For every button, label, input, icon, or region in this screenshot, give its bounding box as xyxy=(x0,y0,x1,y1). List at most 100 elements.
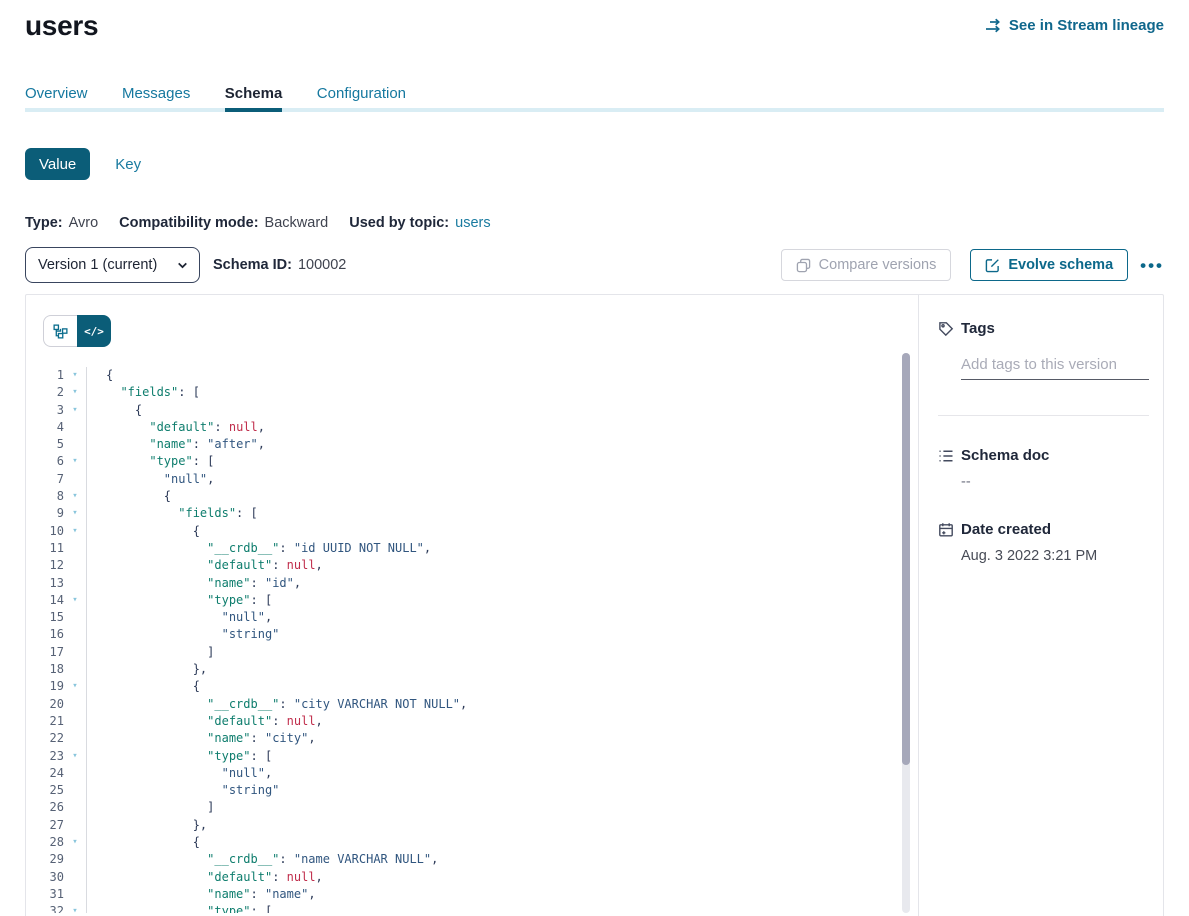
fold-arrow-icon[interactable]: ▾ xyxy=(64,367,86,384)
code-line: 9▾ "fields": [ xyxy=(26,505,918,522)
evolve-schema-button[interactable]: Evolve schema xyxy=(970,249,1128,281)
code-line-text: { xyxy=(86,488,918,505)
line-number: 3 xyxy=(26,402,64,419)
code-line: 22 "name": "city", xyxy=(26,730,918,747)
line-number: 19 xyxy=(26,678,64,695)
line-number: 28 xyxy=(26,834,64,851)
topic-link[interactable]: users xyxy=(455,215,490,231)
code-line-text: }, xyxy=(86,817,918,834)
code-line-text: "__crdb__": "id UUID NOT NULL", xyxy=(86,540,918,557)
code-line: 24 "null", xyxy=(26,765,918,782)
date-created-header: Date created xyxy=(938,521,1151,538)
fold-arrow-icon[interactable]: ▾ xyxy=(64,505,86,522)
tags-section-header: Tags xyxy=(938,320,1151,337)
line-number: 7 xyxy=(26,471,64,488)
code-line-text: "string" xyxy=(86,782,918,799)
code-line: 4 "default": null, xyxy=(26,419,918,436)
tab-schema[interactable]: Schema xyxy=(225,85,283,112)
code-view-button[interactable]: </> xyxy=(77,315,111,347)
line-number: 26 xyxy=(26,799,64,816)
line-number: 17 xyxy=(26,644,64,661)
more-actions-button[interactable]: ••• xyxy=(1140,257,1164,274)
fold-arrow-icon[interactable]: ▾ xyxy=(64,488,86,505)
fold-spacer xyxy=(64,713,86,730)
fold-arrow-icon[interactable]: ▾ xyxy=(64,678,86,695)
code-line: 13 "name": "id", xyxy=(26,575,918,592)
line-number: 6 xyxy=(26,453,64,470)
editor-scrollbar-thumb[interactable] xyxy=(902,353,910,765)
fold-spacer xyxy=(64,851,86,868)
fold-arrow-icon[interactable]: ▾ xyxy=(64,903,86,913)
code-line-text: "type": [ xyxy=(86,748,918,765)
schema-doc-header: Schema doc xyxy=(938,447,1151,464)
code-line: 3▾ { xyxy=(26,402,918,419)
tree-view-icon xyxy=(53,324,68,339)
schema-doc-value: -- xyxy=(961,474,1151,490)
line-number: 11 xyxy=(26,540,64,557)
code-line-text: { xyxy=(86,523,918,540)
code-line: 7 "null", xyxy=(26,471,918,488)
line-number: 21 xyxy=(26,713,64,730)
line-number: 20 xyxy=(26,696,64,713)
fold-arrow-icon[interactable]: ▾ xyxy=(64,384,86,401)
code-line-text: ] xyxy=(86,644,918,661)
fold-spacer xyxy=(64,817,86,834)
fold-spacer xyxy=(64,799,86,816)
list-icon xyxy=(938,448,954,464)
fold-spacer xyxy=(64,575,86,592)
code-line-text: }, xyxy=(86,661,918,678)
code-line-text: "__crdb__": "name VARCHAR NULL", xyxy=(86,851,918,868)
code-line-text: "default": null, xyxy=(86,713,918,730)
fold-arrow-icon[interactable]: ▾ xyxy=(64,523,86,540)
code-line: 17 ] xyxy=(26,644,918,661)
key-toggle-link[interactable]: Key xyxy=(115,156,141,173)
code-lines: 1▾{2▾ "fields": [3▾ {4 "default": null,5… xyxy=(26,367,918,913)
stream-lineage-icon xyxy=(985,18,1002,33)
fold-arrow-icon[interactable]: ▾ xyxy=(64,453,86,470)
version-bar: Version 1 (current) Schema ID: 100002 Co… xyxy=(25,247,1164,283)
fold-spacer xyxy=(64,557,86,574)
compare-versions-button[interactable]: Compare versions xyxy=(781,249,952,281)
editor-scrollbar-track[interactable] xyxy=(902,353,910,913)
calendar-plus-icon xyxy=(938,522,954,538)
view-mode-toggle: </> xyxy=(43,315,918,347)
fold-arrow-icon[interactable]: ▾ xyxy=(64,834,86,851)
fold-spacer xyxy=(64,540,86,557)
line-number: 25 xyxy=(26,782,64,799)
value-toggle-button[interactable]: Value xyxy=(25,148,90,180)
fold-arrow-icon[interactable]: ▾ xyxy=(64,402,86,419)
fold-spacer xyxy=(64,696,86,713)
fold-spacer xyxy=(64,886,86,903)
fold-arrow-icon[interactable]: ▾ xyxy=(64,748,86,765)
code-line: 18 }, xyxy=(26,661,918,678)
fold-arrow-icon[interactable]: ▾ xyxy=(64,592,86,609)
code-line: 14▾ "type": [ xyxy=(26,592,918,609)
code-line-text: ] xyxy=(86,799,918,816)
stream-lineage-link[interactable]: See in Stream lineage xyxy=(985,17,1164,34)
line-number: 31 xyxy=(26,886,64,903)
fold-spacer xyxy=(64,436,86,453)
version-select[interactable]: Version 1 (current) xyxy=(25,247,200,283)
evolve-schema-label: Evolve schema xyxy=(1008,257,1113,273)
code-line: 12 "default": null, xyxy=(26,557,918,574)
date-created-title: Date created xyxy=(961,521,1051,538)
code-line-text: { xyxy=(86,402,918,419)
date-created-value: Aug. 3 2022 3:21 PM xyxy=(961,548,1151,564)
line-number: 13 xyxy=(26,575,64,592)
tab-underline-track xyxy=(25,108,1164,112)
code-line: 28▾ { xyxy=(26,834,918,851)
compatibility-value: Backward xyxy=(265,215,329,231)
fold-spacer xyxy=(64,730,86,747)
code-line-text: { xyxy=(86,834,918,851)
code-line: 27 }, xyxy=(26,817,918,834)
line-number: 14 xyxy=(26,592,64,609)
tags-input[interactable] xyxy=(961,356,1149,380)
code-line-text: "type": [ xyxy=(86,453,918,470)
line-number: 32 xyxy=(26,903,64,913)
code-line: 32▾ "type": [ xyxy=(26,903,918,913)
line-number: 2 xyxy=(26,384,64,401)
tab-bar: Overview Messages Schema Configuration xyxy=(25,85,1164,112)
code-line: 21 "default": null, xyxy=(26,713,918,730)
tree-view-button[interactable] xyxy=(43,315,77,347)
code-line-text: "name": "city", xyxy=(86,730,918,747)
